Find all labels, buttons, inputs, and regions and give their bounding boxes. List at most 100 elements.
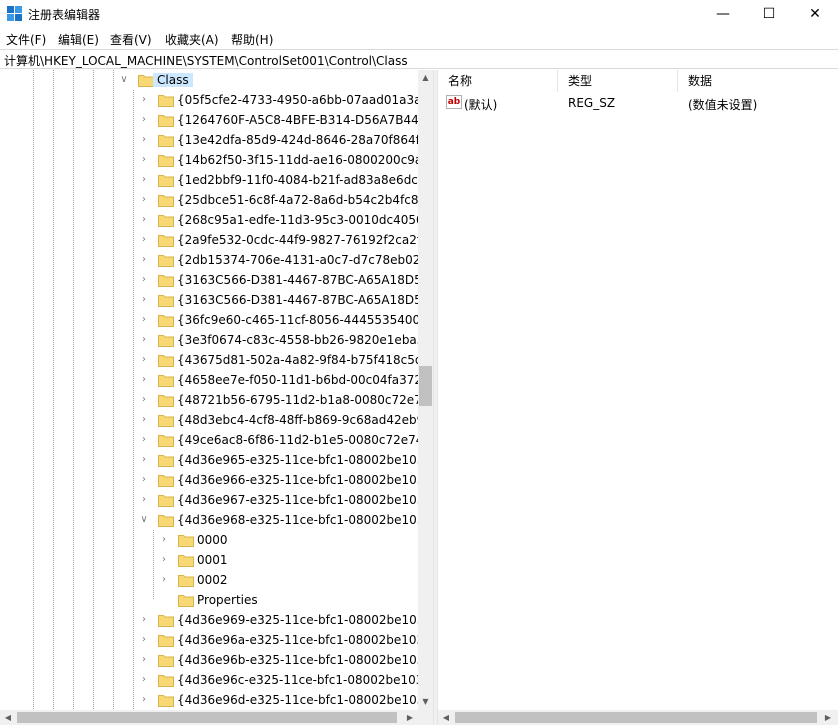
values-list[interactable]: 名称 类型 数据 ab (默认) REG_SZ (数值未设置) bbox=[438, 70, 838, 710]
values-scroll-left-icon[interactable]: ◀ bbox=[438, 710, 454, 725]
maximize-button[interactable]: ☐ bbox=[746, 0, 792, 28]
tree-scroll-thumb[interactable] bbox=[419, 366, 432, 406]
tree-item-subkey[interactable]: Properties bbox=[0, 590, 418, 610]
chevron-right-icon[interactable]: › bbox=[139, 133, 149, 147]
chevron-right-icon[interactable]: › bbox=[139, 633, 149, 647]
value-row[interactable]: ab (默认) REG_SZ (数值未设置) bbox=[438, 94, 838, 112]
tree-item-key[interactable]: › {4d36e967-e325-11ce-bfc1-08002be10318} bbox=[0, 490, 433, 510]
tree-item-key[interactable]: ∨ {4d36e968-e325-11ce-bfc1-08002be10318} bbox=[0, 510, 433, 530]
chevron-right-icon[interactable]: › bbox=[139, 173, 149, 187]
chevron-right-icon[interactable]: › bbox=[139, 333, 149, 347]
tree-hscroll-thumb[interactable] bbox=[17, 712, 397, 723]
menu-favorites[interactable]: 收藏夹(A) bbox=[165, 31, 219, 48]
folder-icon bbox=[178, 573, 194, 587]
scroll-left-icon[interactable]: ◀ bbox=[0, 710, 16, 725]
chevron-right-icon[interactable]: › bbox=[139, 93, 149, 107]
tree-item-subkey[interactable]: › 0002 bbox=[0, 570, 418, 590]
chevron-right-icon[interactable]: › bbox=[139, 673, 149, 687]
tree-item-key[interactable]: › {4d36e966-e325-11ce-bfc1-08002be10318} bbox=[0, 470, 433, 490]
tree-item-key[interactable]: › {1264760F-A5C8-4BFE-B314-D56A7B44A362} bbox=[0, 110, 433, 130]
folder-icon bbox=[158, 313, 174, 327]
values-horizontal-scrollbar[interactable]: ◀ ▶ bbox=[438, 710, 838, 725]
chevron-right-icon[interactable]: › bbox=[139, 253, 149, 267]
scroll-right-icon[interactable]: ▶ bbox=[402, 710, 418, 725]
chevron-right-icon[interactable]: › bbox=[159, 573, 169, 587]
menu-view[interactable]: 查看(V) bbox=[110, 31, 152, 48]
tree-item-subkey[interactable]: › 0000 bbox=[0, 530, 418, 550]
chevron-right-icon[interactable]: › bbox=[139, 313, 149, 327]
tree-vertical-scrollbar[interactable]: ▲ ▼ bbox=[418, 70, 433, 710]
tree-item-key[interactable]: › {43675d81-502a-4a82-9f84-b75f418c5dea} bbox=[0, 350, 433, 370]
tree-item-key[interactable]: › {14b62f50-3f15-11dd-ae16-0800200c9a66} bbox=[0, 150, 433, 170]
chevron-right-icon[interactable]: › bbox=[139, 493, 149, 507]
chevron-right-icon[interactable]: › bbox=[159, 553, 169, 567]
maximize-icon: ☐ bbox=[762, 6, 776, 22]
menu-help[interactable]: 帮助(H) bbox=[231, 31, 273, 48]
menu-edit[interactable]: 编辑(E) bbox=[58, 31, 99, 48]
tree-item-key[interactable]: › {4d36e96c-e325-11ce-bfc1-08002be10318} bbox=[0, 670, 433, 690]
values-scroll-right-icon[interactable]: ▶ bbox=[820, 710, 836, 725]
chevron-right-icon[interactable]: › bbox=[139, 393, 149, 407]
tree-item-key[interactable]: › {4d36e969-e325-11ce-bfc1-08002be10318} bbox=[0, 610, 433, 630]
tree-item-key[interactable]: › {3163C566-D381-4467-87BC-A65A18D5B648} bbox=[0, 270, 433, 290]
tree-item-key[interactable]: › {48d3ebc4-4cf8-48ff-b869-9c68ad42eb9f} bbox=[0, 410, 433, 430]
chevron-right-icon[interactable]: › bbox=[139, 273, 149, 287]
column-header-name[interactable]: 名称 bbox=[438, 70, 558, 92]
values-hscroll-thumb[interactable] bbox=[455, 712, 817, 723]
chevron-right-icon[interactable]: › bbox=[139, 373, 149, 387]
address-bar[interactable]: 计算机\HKEY_LOCAL_MACHINE\SYSTEM\ControlSet… bbox=[0, 49, 838, 69]
chevron-right-icon[interactable]: › bbox=[139, 653, 149, 667]
tree-item-key[interactable]: › {05f5cfe2-4733-4950-a6bb-07aad01a3a84} bbox=[0, 90, 433, 110]
chevron-right-icon[interactable]: › bbox=[139, 153, 149, 167]
value-name: (默认) bbox=[464, 98, 498, 112]
tree-item-label: {49ce6ac8-6f86-11d2-b1e5-0080c72e74a2} bbox=[177, 433, 433, 447]
chevron-right-icon[interactable]: › bbox=[139, 193, 149, 207]
tree-item-key[interactable]: › {3e3f0674-c83c-4558-bb26-9820e1eba5c5} bbox=[0, 330, 433, 350]
tree-item-key[interactable]: › {4d36e965-e325-11ce-bfc1-08002be10318} bbox=[0, 450, 433, 470]
tree-horizontal-scrollbar[interactable]: ◀ ▶ bbox=[0, 710, 433, 725]
tree-item-key[interactable]: › {36fc9e60-c465-11cf-8056-444553540000} bbox=[0, 310, 433, 330]
tree-item-key[interactable]: › {25dbce51-6c8f-4a72-8a6d-b54c2b4fc835} bbox=[0, 190, 433, 210]
tree-item-subkey[interactable]: › 0001 bbox=[0, 550, 418, 570]
chevron-right-icon[interactable]: › bbox=[139, 233, 149, 247]
tree-item-key[interactable]: › {4d36e96b-e325-11ce-bfc1-08002be10318} bbox=[0, 650, 433, 670]
tree-item-key[interactable]: › {2db15374-706e-4131-a0c7-d7c78eb0289a} bbox=[0, 250, 433, 270]
tree-item-key[interactable]: › {4d36e96d-e325-11ce-bfc1-08002be10318} bbox=[0, 690, 433, 710]
tree-item-key[interactable]: › {4d36e96a-e325-11ce-bfc1-08002be10318} bbox=[0, 630, 433, 650]
tree-item-key[interactable]: › {49ce6ac8-6f86-11d2-b1e5-0080c72e74a2} bbox=[0, 430, 433, 450]
minimize-button[interactable]: — bbox=[700, 0, 746, 28]
tree-item-label: {48d3ebc4-4cf8-48ff-b869-9c68ad42eb9f} bbox=[177, 413, 433, 427]
chevron-right-icon[interactable]: › bbox=[139, 113, 149, 127]
chevron-right-icon[interactable]: › bbox=[139, 293, 149, 307]
tree-item-key[interactable]: › {48721b56-6795-11d2-b1a8-0080c72e74a2} bbox=[0, 390, 433, 410]
chevron-right-icon[interactable]: › bbox=[139, 353, 149, 367]
chevron-down-icon[interactable]: ∨ bbox=[119, 73, 129, 87]
scroll-up-icon[interactable]: ▲ bbox=[418, 70, 433, 86]
chevron-down-icon[interactable]: ∨ bbox=[139, 513, 149, 527]
column-header-type[interactable]: 类型 bbox=[558, 70, 678, 92]
address-path[interactable]: 计算机\HKEY_LOCAL_MACHINE\SYSTEM\ControlSet… bbox=[4, 52, 408, 69]
tree-item-class[interactable]: ∨ Class bbox=[0, 70, 418, 90]
scroll-down-icon[interactable]: ▼ bbox=[418, 694, 433, 710]
chevron-right-icon[interactable]: › bbox=[159, 533, 169, 547]
chevron-right-icon[interactable]: › bbox=[139, 433, 149, 447]
tree-item-key[interactable]: › {13e42dfa-85d9-424d-8646-28a70f864f9c} bbox=[0, 130, 433, 150]
menu-file[interactable]: 文件(F) bbox=[6, 31, 46, 48]
tree-item-label: {14b62f50-3f15-11dd-ae16-0800200c9a66} bbox=[177, 153, 433, 167]
column-header-data[interactable]: 数据 bbox=[678, 70, 838, 92]
chevron-right-icon[interactable]: › bbox=[139, 613, 149, 627]
tree-item-key[interactable]: › {3163C566-D381-4467-87BC-A65A18D5B649} bbox=[0, 290, 433, 310]
key-tree[interactable]: ∨ Class › {05f5cfe2-4733-4950-a6bb-07aad01a… bbox=[0, 70, 433, 710]
chevron-right-icon[interactable]: › bbox=[139, 213, 149, 227]
chevron-right-icon[interactable]: › bbox=[139, 473, 149, 487]
close-button[interactable]: ✕ bbox=[792, 0, 838, 28]
folder-icon bbox=[158, 133, 174, 147]
tree-item-key[interactable]: › {1ed2bbf9-11f0-4084-b21f-ad83a8e6dcdc} bbox=[0, 170, 433, 190]
tree-item-key[interactable]: › {268c95a1-edfe-11d3-95c3-0010dc4050a5} bbox=[0, 210, 433, 230]
tree-item-key[interactable]: › {4658ee7e-f050-11d1-b6bd-00c04fa372a7} bbox=[0, 370, 433, 390]
tree-item-key[interactable]: › {2a9fe532-0cdc-44f9-9827-76192f2ca2fb} bbox=[0, 230, 433, 250]
chevron-right-icon[interactable]: › bbox=[139, 413, 149, 427]
value-type: REG_SZ bbox=[568, 96, 616, 110]
chevron-right-icon[interactable]: › bbox=[139, 693, 149, 707]
chevron-right-icon[interactable]: › bbox=[139, 453, 149, 467]
